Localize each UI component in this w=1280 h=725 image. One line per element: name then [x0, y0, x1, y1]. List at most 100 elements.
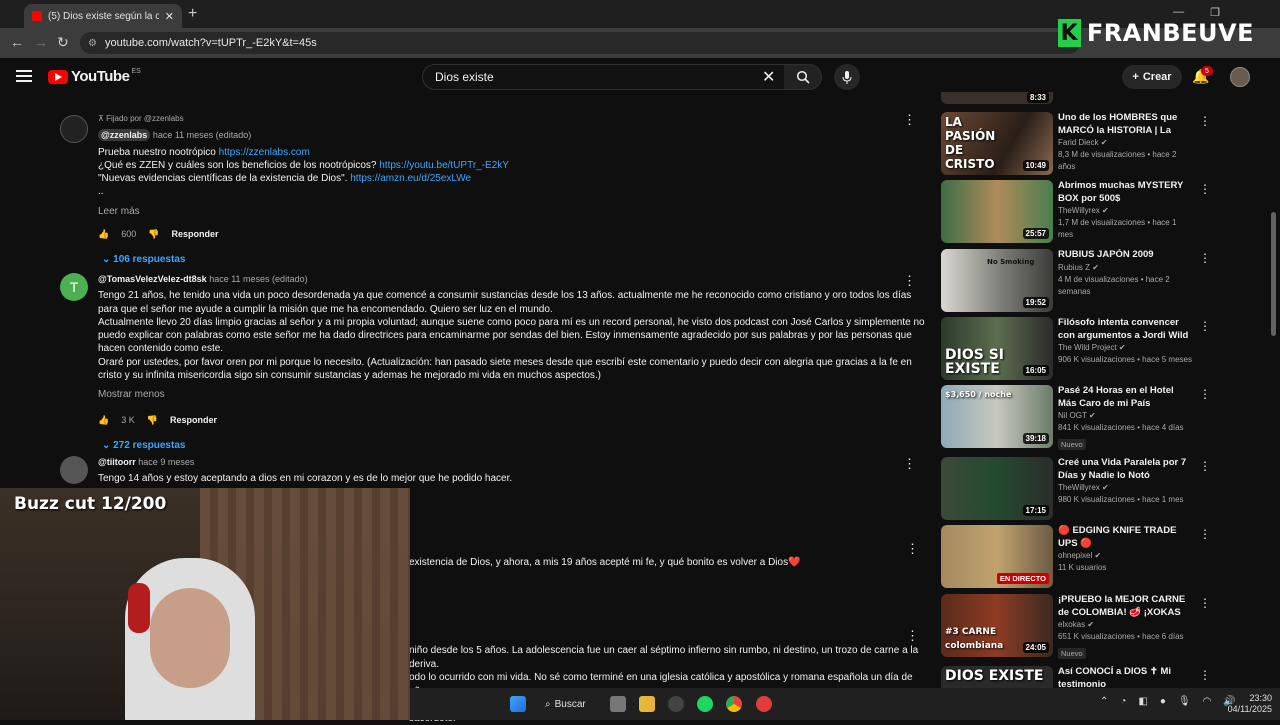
tray-app-icon[interactable]: ● — [1160, 696, 1166, 707]
comment-link[interactable]: https://youtu.be/tUPTr_-E2kY — [379, 160, 509, 171]
comment-more-actions-icon[interactable]: ⋮ — [903, 273, 916, 289]
recommended-video[interactable]: No Smoking 19:52 RUBIUS JAPÓN 2009 Rubiu… — [941, 249, 1211, 313]
commenter-avatar[interactable] — [60, 456, 88, 484]
windows-start-icon[interactable] — [510, 696, 526, 712]
forward-icon[interactable]: → — [34, 34, 48, 50]
video-title[interactable]: Así CONOCÍ a DIOS ✝ Mi testimonio — [1058, 666, 1193, 688]
task-view-icon[interactable] — [610, 696, 626, 712]
video-more-actions-icon[interactable]: ⋮ — [1199, 319, 1211, 333]
read-more-link[interactable]: Leer más — [98, 205, 930, 218]
comment-more-actions-icon[interactable]: ⋮ — [903, 456, 916, 472]
comment-author[interactable]: @tiitoorr — [98, 457, 136, 467]
video-thumbnail[interactable]: 17:15 — [941, 457, 1053, 520]
channel-name[interactable]: ohnepixel ✔ — [1058, 550, 1193, 562]
video-more-actions-icon[interactable]: ⋮ — [1199, 251, 1211, 265]
video-thumbnail[interactable]: EN DIRECTO — [941, 525, 1053, 588]
reply-button[interactable]: Responder — [170, 414, 217, 427]
comment-time[interactable]: hace 11 meses (editado) — [209, 274, 307, 284]
channel-name[interactable]: Nil OGT ✔ — [1058, 410, 1193, 422]
clear-search-icon[interactable]: ✕ — [762, 67, 775, 87]
video-title[interactable]: Abrimos muchas MYSTERY BOX por 500$ — [1058, 180, 1193, 205]
video-thumbnail[interactable]: 25:57 — [941, 180, 1053, 243]
new-tab-button[interactable]: + — [188, 5, 197, 23]
taskbar-clock[interactable]: 23:30 04/11/2025 — [1222, 693, 1272, 715]
reload-icon[interactable]: ↻ — [57, 34, 69, 51]
hamburger-menu-icon[interactable] — [16, 70, 32, 82]
comment-more-actions-icon[interactable]: ⋮ — [903, 112, 916, 128]
comment-more-actions-icon[interactable]: ⋮ — [906, 628, 919, 644]
recommended-video[interactable]: $3,650 / noche 39:18 Pasé 24 Horas en el… — [941, 385, 1211, 450]
chrome-icon[interactable] — [726, 696, 742, 712]
recommended-video[interactable]: 25:57 Abrimos muchas MYSTERY BOX por 500… — [941, 180, 1211, 244]
video-title[interactable]: Filósofo intenta convencer con argumento… — [1058, 317, 1193, 342]
comment-time[interactable]: hace 11 meses (editado) — [153, 130, 251, 140]
back-icon[interactable]: ← — [10, 34, 24, 50]
video-title[interactable]: RUBIUS JAPÓN 2009 — [1058, 249, 1193, 262]
recommended-video[interactable]: DIOS EXISTE Así CONOCÍ a DIOS ✝ Mi testi… — [941, 666, 1211, 688]
video-thumbnail[interactable]: 8:33 — [941, 92, 1053, 104]
account-avatar[interactable] — [1230, 67, 1250, 87]
create-button[interactable]: + Crear — [1122, 65, 1182, 89]
comment-author[interactable]: @TomasVelezVelez-dt8sk — [98, 274, 207, 284]
microphone-icon[interactable]: 🎙 — [1178, 696, 1191, 707]
video-title[interactable]: 🔴 EDGING KNIFE TRADE UPS 🔴 — [1058, 525, 1193, 550]
view-replies-button[interactable]: ⌄ 106 respuestas — [102, 253, 930, 266]
view-replies-button[interactable]: ⌄ 272 respuestas — [102, 439, 930, 452]
youtube-logo[interactable]: YouTube ES — [48, 68, 141, 85]
wifi-icon[interactable]: ◠ — [1203, 696, 1212, 707]
video-thumbnail[interactable]: DIOS SI EXISTE 16:05 — [941, 317, 1053, 380]
recommended-video[interactable]: 17:15 Creé una Vida Paralela por 7 Días … — [941, 457, 1211, 521]
channel-name[interactable]: elxokas ✔ — [1058, 619, 1193, 631]
search-input[interactable]: Dios existe — [422, 64, 786, 90]
recommended-video[interactable]: #3 CARNE colombiana 24:05 ¡PRUEBO la MEJ… — [941, 594, 1211, 659]
channel-name[interactable]: The Wild Project ✔ — [1058, 342, 1193, 354]
video-more-actions-icon[interactable]: ⋮ — [1199, 596, 1211, 610]
taskbar-search[interactable]: ⌕ Buscar — [545, 695, 595, 713]
video-title[interactable]: Pasé 24 Horas en el Hotel Más Caro de mi… — [1058, 385, 1193, 410]
video-thumbnail[interactable]: DIOS EXISTE — [941, 666, 1053, 688]
reply-button[interactable]: Responder — [171, 228, 218, 241]
browser-tab[interactable]: (5) Dios existe según la ciencia ✕ — [24, 4, 182, 28]
video-more-actions-icon[interactable]: ⋮ — [1199, 459, 1211, 473]
video-more-actions-icon[interactable]: ⋮ — [1199, 668, 1211, 682]
recommended-video[interactable]: EN DIRECTO 🔴 EDGING KNIFE TRADE UPS 🔴 oh… — [941, 525, 1211, 589]
comment-link[interactable]: https://amzn.eu/d/25exLWe — [350, 173, 471, 184]
site-info-icon[interactable]: ⚙ — [88, 38, 97, 49]
channel-avatar[interactable] — [60, 115, 88, 143]
channel-name[interactable]: Farid Dieck ✔ — [1058, 137, 1193, 149]
channel-name[interactable]: Rubius Z ✔ — [1058, 262, 1193, 274]
recommended-video[interactable]: LA PASIÓN DE CRISTO 10:49 Uno de los HOM… — [941, 112, 1211, 176]
channel-name[interactable]: TheWillyrex ✔ — [1058, 205, 1193, 217]
page-scrollbar[interactable] — [1271, 212, 1276, 336]
video-more-actions-icon[interactable]: ⋮ — [1199, 182, 1211, 196]
channel-name[interactable]: TheWillyrex ✔ — [1058, 482, 1193, 494]
video-more-actions-icon[interactable]: ⋮ — [1199, 114, 1211, 128]
video-thumbnail[interactable]: $3,650 / noche 39:18 — [941, 385, 1053, 448]
search-button[interactable] — [784, 64, 822, 90]
video-title[interactable]: Creé una Vida Paralela por 7 Días y Nadi… — [1058, 457, 1193, 482]
show-less-link[interactable]: Mostrar menos — [98, 388, 930, 401]
video-title[interactable]: Uno de los HOMBRES que MARCÓ la HISTORIA… — [1058, 112, 1193, 137]
commenter-avatar[interactable]: T — [60, 273, 88, 301]
like-icon[interactable]: 👍 — [98, 228, 109, 241]
tray-app-icon[interactable]: ◧ — [1138, 696, 1147, 707]
app-icon[interactable] — [756, 696, 772, 712]
obs-icon[interactable] — [668, 696, 684, 712]
dislike-icon[interactable]: 👎 — [147, 414, 158, 427]
video-thumbnail[interactable]: #3 CARNE colombiana 24:05 — [941, 594, 1053, 657]
comment-time[interactable]: hace 9 meses — [138, 457, 194, 467]
recommended-video[interactable]: 8:33 — [941, 92, 1211, 104]
recommended-video[interactable]: DIOS SI EXISTE 16:05 Filósofo intenta co… — [941, 317, 1211, 381]
voice-search-button[interactable] — [834, 64, 860, 90]
spotify-icon[interactable] — [697, 696, 713, 712]
comment-more-actions-icon[interactable]: ⋮ — [906, 541, 919, 557]
comment-author[interactable]: @zzenlabs — [98, 129, 151, 142]
video-more-actions-icon[interactable]: ⋮ — [1199, 527, 1211, 541]
file-explorer-icon[interactable] — [639, 696, 655, 712]
video-more-actions-icon[interactable]: ⋮ — [1199, 387, 1211, 401]
video-thumbnail[interactable]: No Smoking 19:52 — [941, 249, 1053, 312]
like-icon[interactable]: 👍 — [98, 414, 109, 427]
close-tab-icon[interactable]: ✕ — [165, 10, 174, 23]
comment-link[interactable]: https://zzenlabs.com — [219, 147, 310, 158]
video-thumbnail[interactable]: LA PASIÓN DE CRISTO 10:49 — [941, 112, 1053, 175]
